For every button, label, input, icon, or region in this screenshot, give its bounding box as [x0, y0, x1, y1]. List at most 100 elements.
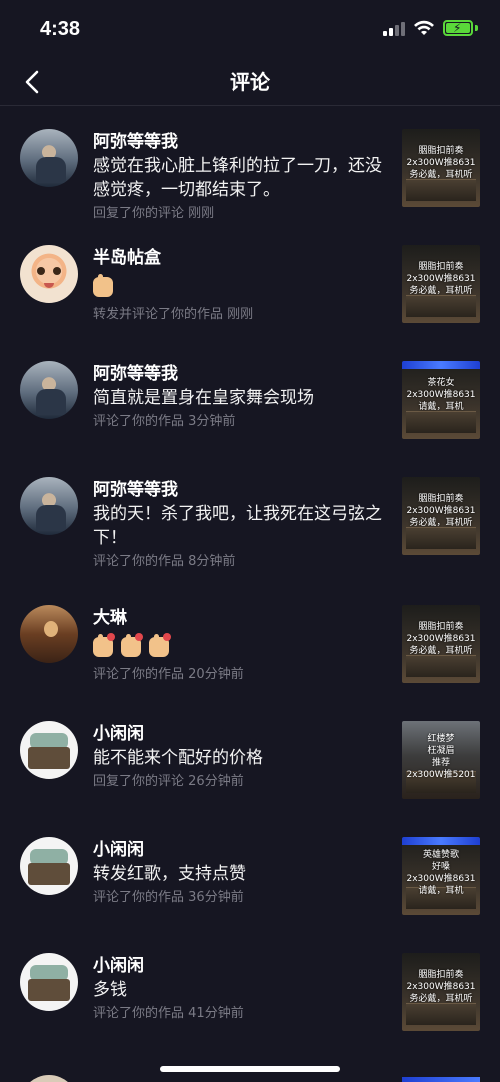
- avatar[interactable]: [20, 953, 78, 1011]
- comment-item[interactable]: 小闲闲 转发红歌，支持点赞 评论了你的作品 36分钟前 英雄赞歌 好嗓 2x30…: [0, 815, 500, 931]
- status-bar: 4:38 ⚡: [0, 0, 500, 58]
- comment-time: 刚刚: [188, 206, 215, 221]
- thumbnail-line: 胭脂扣前奏: [418, 146, 464, 156]
- avatar[interactable]: [20, 245, 78, 303]
- page-title: 评论: [230, 70, 270, 94]
- username[interactable]: 小闲闲: [93, 955, 393, 977]
- comment-time: 41分钟前: [188, 1006, 244, 1021]
- thumbnail-line: 务必戴，耳机听: [409, 518, 473, 528]
- comment-text: 简直就是置身在皇家舞会现场: [93, 388, 314, 408]
- thumbnail-line: 2x300W推8631: [406, 982, 476, 992]
- video-thumbnail[interactable]: 胭脂扣前奏 2x300W推8631 务必戴，耳机听: [402, 129, 480, 207]
- comment-item[interactable]: 半岛帖盒 转发并评论了你的作品 刚刚 胭脂扣前奏 2x300W推8631 务必戴…: [0, 223, 500, 339]
- avatar[interactable]: [20, 605, 78, 663]
- avatar[interactable]: [20, 1075, 78, 1082]
- video-thumbnail[interactable]: 茶花女 2x300W推8631 请戴，耳机: [402, 361, 480, 439]
- comment-meta: 评论了你的作品 41分钟前: [93, 1004, 393, 1024]
- username[interactable]: 阿弥等等我: [93, 363, 393, 385]
- username[interactable]: 阿弥等等我: [93, 131, 393, 153]
- comment-list[interactable]: 阿弥等等我 感觉在我心脏上锋利的拉了一刀，还没感觉疼，一切都结束了。 回复了你的…: [0, 107, 500, 1047]
- comment-body: 小闲闲 多钱 评论了你的作品 41分钟前: [93, 955, 393, 1024]
- thumbnail-shelf: [406, 1003, 476, 1025]
- video-thumbnail[interactable]: 胭脂扣前奏 2x300W推8631 务必戴，耳机听: [402, 605, 480, 683]
- comment-body: 小闲闲 转发红歌，支持点赞 评论了你的作品 36分钟前: [93, 839, 393, 908]
- video-thumbnail[interactable]: [402, 1077, 480, 1082]
- username[interactable]: 阿弥等等我: [93, 479, 393, 501]
- comment-action: 评论了你的作品: [93, 1006, 185, 1021]
- comment-meta: 评论了你的作品 8分钟前: [93, 552, 393, 572]
- thumbnail-line: 2x300W推8631: [406, 874, 476, 884]
- thumbnail-caption: 胭脂扣前奏 2x300W推8631 务必戴，耳机听: [402, 261, 480, 297]
- thumbnail-line: 胭脂扣前奏: [418, 494, 464, 504]
- comment-time: 36分钟前: [188, 890, 244, 905]
- video-thumbnail[interactable]: 红楼梦 枉凝眉 推荐 2x300W推5201: [402, 721, 480, 799]
- avatar[interactable]: [20, 129, 78, 187]
- thumbnail-caption: 胭脂扣前奏 2x300W推8631 务必戴，耳机听: [402, 493, 480, 529]
- thumbnail-caption: 胭脂扣前奏 2x300W推8631 务必戴，耳机听: [402, 145, 480, 181]
- avatar[interactable]: [20, 361, 78, 419]
- comment-text: 感觉在我心脏上锋利的拉了一刀，还没感觉疼，一切都结束了。: [93, 156, 382, 200]
- thumbnail-line: 茶花女: [427, 378, 455, 388]
- comment-item[interactable]: 小闲闲 能不能来个配好的价格 回复了你的评论 26分钟前 红楼梦 枉凝眉 推荐 …: [0, 699, 500, 815]
- partial-comment-item[interactable]: 芦: [0, 1075, 500, 1082]
- comment-action: 评论了你的作品: [93, 554, 185, 569]
- thumbnail-line: 枉凝眉: [427, 746, 455, 756]
- comment-item[interactable]: 大琳 评论了你的作品 20分钟前 胭脂扣前奏 2x300W推8631 务必戴，耳…: [0, 583, 500, 699]
- home-indicator[interactable]: [160, 1066, 340, 1072]
- video-thumbnail[interactable]: 英雄赞歌 好嗓 2x300W推8631 请戴，耳机: [402, 837, 480, 915]
- thumbnail-line: 请戴，耳机: [418, 886, 464, 896]
- comment-text: 我的天！杀了我吧，让我死在这弓弦之下！: [93, 504, 382, 548]
- comment-meta: 评论了你的作品 20分钟前: [93, 665, 393, 685]
- thumbnail-line: 胭脂扣前奏: [418, 622, 464, 632]
- signal-icon: [383, 20, 405, 36]
- username[interactable]: 芦: [93, 1077, 110, 1082]
- thumbnail-line: 2x300W推8631: [406, 390, 476, 400]
- comment-time: 刚刚: [227, 307, 254, 322]
- thumbnail-line: 2x300W推5201: [406, 770, 476, 780]
- avatar[interactable]: [20, 477, 78, 535]
- thumbnail-shelf: [406, 295, 476, 317]
- comment-meta: 评论了你的作品 36分钟前: [93, 888, 393, 908]
- comment-body: 小闲闲 能不能来个配好的价格 回复了你的评论 26分钟前: [93, 723, 393, 792]
- comment-text: 多钱: [93, 980, 127, 1000]
- thumbnail-line: 2x300W推8631: [406, 506, 476, 516]
- nav-bar: 评论: [0, 58, 500, 106]
- wifi-icon: [414, 20, 434, 35]
- thumbnail-caption: 茶花女 2x300W推8631 请戴，耳机: [402, 377, 480, 413]
- thumbnail-line: 2x300W推8631: [406, 274, 476, 284]
- finger-heart-emoji: [121, 633, 143, 657]
- finger-heart-emoji: [93, 633, 115, 657]
- username[interactable]: 小闲闲: [93, 723, 393, 745]
- thumbnail-caption: 红楼梦 枉凝眉 推荐 2x300W推5201: [402, 733, 480, 781]
- comment-time: 8分钟前: [188, 554, 236, 569]
- video-thumbnail[interactable]: 胭脂扣前奏 2x300W推8631 务必戴，耳机听: [402, 953, 480, 1031]
- comment-action: 评论了你的作品: [93, 890, 185, 905]
- comment-item[interactable]: 小闲闲 多钱 评论了你的作品 41分钟前 胭脂扣前奏 2x300W推8631 务…: [0, 931, 500, 1047]
- video-thumbnail[interactable]: 胭脂扣前奏 2x300W推8631 务必戴，耳机听: [402, 477, 480, 555]
- thumbnail-caption: 胭脂扣前奏 2x300W推8631 务必戴，耳机听: [402, 621, 480, 657]
- thumbnail-line: 务必戴，耳机听: [409, 170, 473, 180]
- username[interactable]: 小闲闲: [93, 839, 393, 861]
- comment-action: 转发并评论了你的作品: [93, 307, 224, 322]
- comment-item[interactable]: 阿弥等等我 我的天！杀了我吧，让我死在这弓弦之下！ 评论了你的作品 8分钟前 胭…: [0, 455, 500, 583]
- thumbnail-line: 推荐: [431, 758, 450, 768]
- avatar[interactable]: [20, 837, 78, 895]
- thumbnail-line: 2x300W推8631: [406, 634, 476, 644]
- username[interactable]: 半岛帖盒: [93, 247, 393, 269]
- comment-item[interactable]: 阿弥等等我 简直就是置身在皇家舞会现场 评论了你的作品 3分钟前 茶花女 2x3…: [0, 339, 500, 455]
- status-time: 4:38: [40, 18, 81, 40]
- comment-item[interactable]: 阿弥等等我 感觉在我心脏上锋利的拉了一刀，还没感觉疼，一切都结束了。 回复了你的…: [0, 107, 500, 223]
- comment-text: 能不能来个配好的价格: [93, 748, 263, 768]
- avatar[interactable]: [20, 721, 78, 779]
- thumbnail-line: 好嗓: [431, 862, 450, 872]
- comment-body: 半岛帖盒 转发并评论了你的作品 刚刚: [93, 247, 393, 325]
- video-thumbnail[interactable]: 胭脂扣前奏 2x300W推8631 务必戴，耳机听: [402, 245, 480, 323]
- thumbnail-caption: 英雄赞歌 好嗓 2x300W推8631 请戴，耳机: [402, 849, 480, 897]
- thumbnail-line: 英雄赞歌: [422, 850, 459, 860]
- battery-charging-icon: ⚡: [443, 20, 473, 36]
- comment-time: 26分钟前: [188, 774, 244, 789]
- thumbnail-shelf: [406, 527, 476, 549]
- thumbnail-shelf: [406, 411, 476, 433]
- thumbnail-line: 务必戴，耳机听: [409, 646, 473, 656]
- username[interactable]: 大琳: [93, 607, 393, 629]
